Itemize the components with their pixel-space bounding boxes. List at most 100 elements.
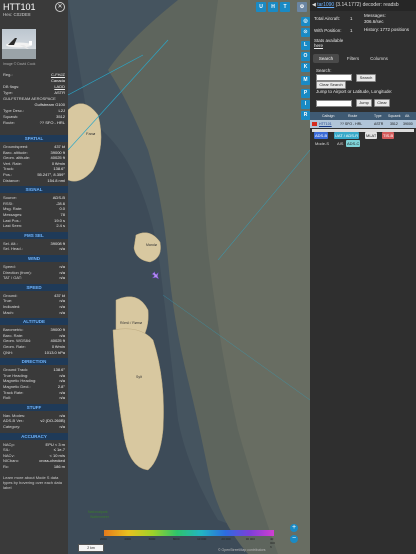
data-key: Roll: — [3, 395, 12, 401]
clear-search-button[interactable]: Clear Search — [316, 81, 346, 89]
jump-button[interactable]: Jump — [356, 99, 372, 107]
legend-ais: AIS — [337, 141, 344, 146]
version: (3.14.1772) — [335, 2, 362, 8]
data-key: Mach: — [3, 309, 14, 315]
search-button[interactable]: Search — [356, 74, 376, 82]
section-header[interactable]: FMS SEL — [0, 231, 68, 239]
history-value: 1772 positions — [380, 27, 410, 32]
map-button-h[interactable]: H — [268, 2, 278, 12]
map-scale: 2 km — [78, 544, 104, 552]
data-key: Sel. Head.: — [3, 246, 23, 252]
messages-value: 306.6/sec — [364, 19, 384, 24]
data-value: n/a — [59, 395, 65, 401]
stats-link[interactable]: here — [314, 43, 323, 49]
data-value: n/a — [59, 309, 65, 315]
section-header[interactable]: ACCURACY — [0, 432, 68, 440]
section-header[interactable]: WIND — [0, 255, 68, 262]
zoom-out-button[interactable]: − — [290, 535, 298, 543]
tab-filters[interactable]: Filters — [343, 54, 363, 63]
altitude-tick-label: 6000 — [148, 537, 156, 541]
map-button-u[interactable]: U — [256, 2, 266, 12]
data-row: Last Seen: 2.4 s — [3, 223, 65, 229]
photo-credit: Image © David Cook — [3, 62, 36, 66]
section-header[interactable]: STUFF — [0, 403, 68, 411]
settings-gear-icon[interactable]: ⚙ — [297, 2, 307, 12]
map-button-i[interactable]: I — [301, 100, 310, 109]
map-button-center-icon[interactable]: ⊙ — [301, 28, 310, 37]
altitude-tick-label: 30 000 — [245, 537, 255, 541]
map-label-mando: Mandø — [146, 243, 158, 247]
aircraft-table-header: Callsign Route Type Squawk Alt. — [310, 112, 416, 120]
jump-input[interactable] — [316, 100, 352, 107]
col-callsign[interactable]: Callsign — [322, 112, 334, 120]
search-label: Search: — [316, 68, 332, 73]
airplane-photo-icon — [2, 38, 36, 59]
data-key: Distance: — [3, 177, 20, 183]
map-button-r[interactable]: R — [301, 111, 310, 120]
tab-search[interactable]: Search — [313, 54, 339, 63]
altitude-tick-label: 8000 — [172, 537, 180, 541]
map-layers-icon[interactable]: ◎ — [301, 17, 310, 26]
data-value: 154.8 nmi — [47, 177, 65, 183]
tab-columns[interactable]: Columns — [367, 54, 391, 63]
data-value: 2.4 s — [56, 223, 65, 229]
canada-flag-icon — [312, 122, 317, 126]
decoder-label: decoder: readsb — [362, 2, 399, 8]
map-label-park: Nationalpark — [88, 510, 108, 514]
info-value: ?? SFO - HRL — [39, 120, 65, 125]
zoom-in-button[interactable]: + — [290, 524, 298, 532]
data-row: QNH: 1013.0 hPa — [3, 350, 65, 356]
row-type: ASTR — [374, 122, 384, 126]
section-header[interactable]: SPEED — [0, 283, 68, 291]
collapse-arrow-icon[interactable]: ◀ — [312, 2, 316, 8]
altitude-tick-label: 2000 — [100, 537, 107, 541]
map-button-p[interactable]: P — [301, 89, 310, 98]
search-input[interactable] — [316, 74, 352, 81]
legend-tisb: TIS-B — [382, 132, 395, 139]
data-value: n/a — [59, 424, 65, 429]
close-icon[interactable]: ✕ — [55, 2, 65, 12]
total-aircraft-label: Total Aircraft: — [314, 16, 341, 21]
header-bar: ◀ tar1090 (3.14.1772) decoder: readsb — [310, 0, 416, 11]
altitude-tick-label: 40 000 ft — [270, 537, 276, 549]
info-key: Route: — [3, 120, 15, 125]
map-button-k[interactable]: K — [301, 63, 310, 72]
clear-button[interactable]: Clear — [374, 99, 390, 107]
map-button-l[interactable]: L — [301, 41, 310, 50]
col-route[interactable]: Route — [348, 112, 357, 120]
data-key: QNH: — [3, 349, 13, 355]
map-canvas[interactable]: Fanø Mandø Römö / Rømø Sylt Nationalpark… — [68, 0, 310, 554]
data-key: Rc: — [3, 464, 9, 469]
data-value: n/a — [59, 275, 65, 281]
altitude-tick-label: 20 000 — [221, 537, 231, 541]
data-row: TAT / OAT: n/a — [3, 275, 65, 281]
data-row: Rc: 186 m — [3, 464, 65, 470]
altitude-legend-labels: 2000 4000 6000 8000 10 000 20 000 30 000 40 000… — [100, 537, 275, 549]
map-view[interactable]: Fanø Mandø Römö / Rømø Sylt Nationalpark… — [68, 0, 310, 554]
data-row: Sel. Head.: n/a — [3, 246, 65, 252]
section-header[interactable]: SPATIAL — [0, 135, 68, 142]
legend-mlat: MLAT — [365, 132, 378, 139]
section-header[interactable]: DIRECTION — [0, 358, 68, 366]
legend-adsb: ADS-B — [314, 132, 329, 139]
map-label-romo: Römö / Rømø — [120, 321, 143, 325]
section-header[interactable]: SIGNAL — [0, 186, 68, 194]
map-label-fano: Fanø — [86, 131, 96, 136]
legend-modes: Mode-S — [315, 141, 330, 146]
row-callsign[interactable]: HTT101 — [319, 120, 332, 128]
col-type[interactable]: Type — [374, 112, 382, 120]
row-route: ?? SFO - HRL — [340, 122, 363, 126]
row-alt: 39000 — [403, 122, 413, 126]
col-squawk[interactable]: Squawk — [388, 112, 400, 120]
map-button-o[interactable]: O — [301, 52, 310, 61]
legend-adsc: ADS-C — [346, 140, 361, 147]
section-header[interactable]: ALTITUDE — [0, 318, 68, 326]
map-button-t[interactable]: T — [280, 2, 290, 12]
aircraft-photo[interactable] — [2, 29, 36, 59]
map-button-m[interactable]: M — [301, 76, 310, 85]
map-attribution: © OpenStreetMap contributors — [218, 548, 266, 552]
messages-label: Messages: — [364, 13, 386, 18]
tar1090-link[interactable]: tar1090 — [317, 2, 334, 8]
col-alt[interactable]: Alt. — [405, 112, 410, 120]
table-row[interactable]: HTT101 ?? SFO - HRL ASTR 3512 39000 — [310, 120, 416, 128]
